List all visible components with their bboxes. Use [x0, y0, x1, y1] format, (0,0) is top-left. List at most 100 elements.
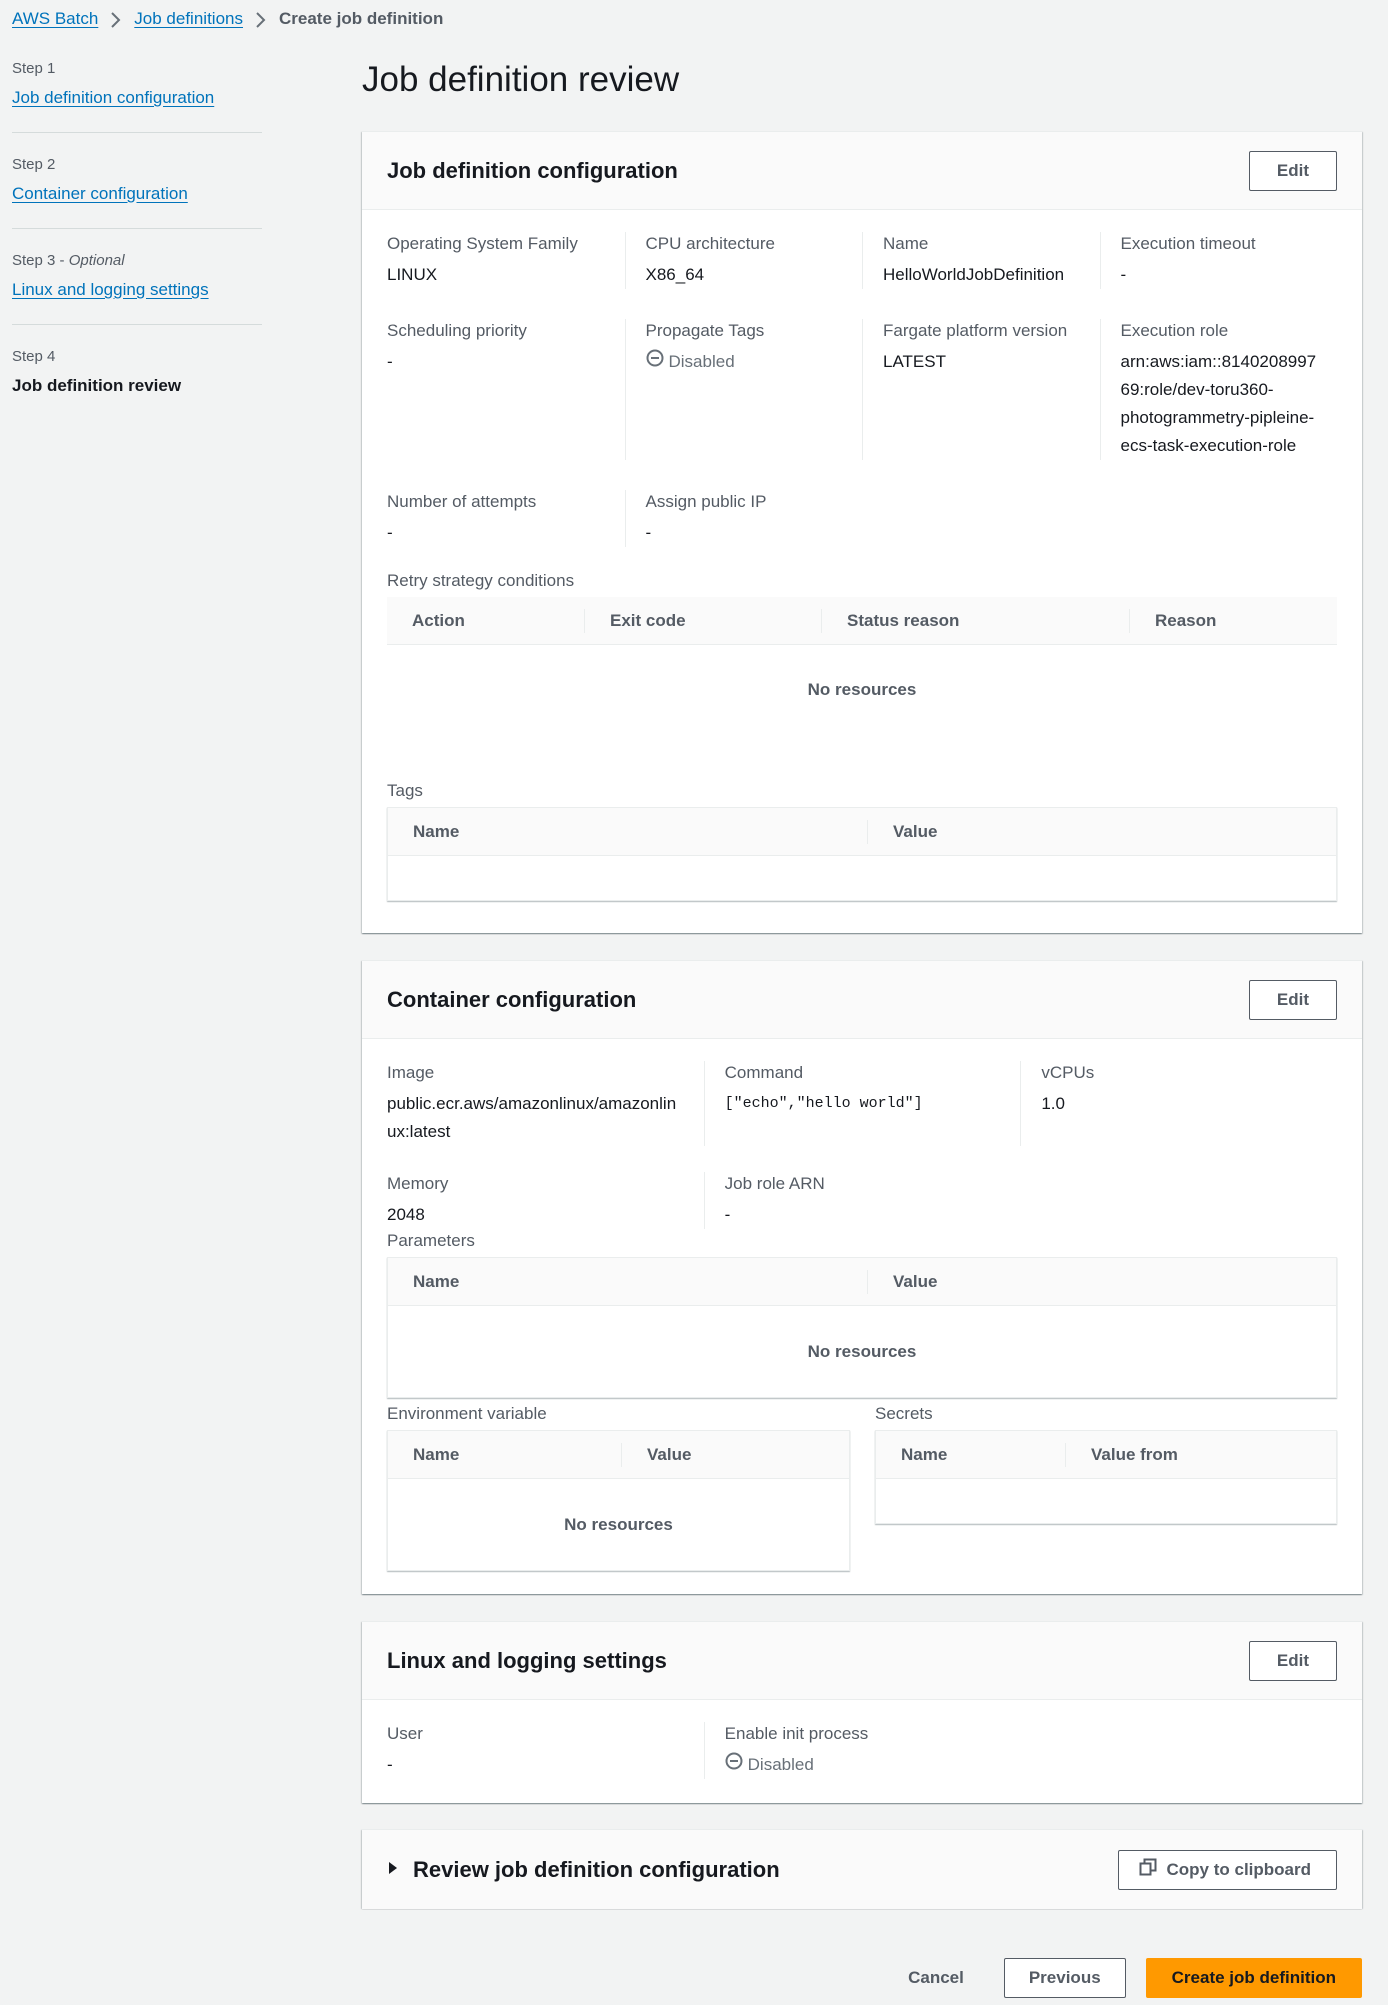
- column-header-value[interactable]: Value: [621, 1442, 849, 1467]
- wizard-step-3: Step 3 - Optional Linux and logging sett…: [12, 250, 262, 325]
- copy-to-clipboard-button[interactable]: Copy to clipboard: [1117, 1849, 1337, 1890]
- step-number: Step 2: [12, 156, 56, 173]
- job-definition-configuration-panel: Job definition configuration Edit Operat…: [362, 131, 1362, 933]
- caret-right-icon: [387, 1860, 399, 1880]
- previous-button[interactable]: Previous: [1003, 1958, 1126, 1998]
- column-header-value-from[interactable]: Value from: [1065, 1442, 1336, 1467]
- panel-title: Review job definition configuration: [413, 1856, 780, 1882]
- field-propagate-tags: Propagate Tags Disabled: [624, 319, 863, 460]
- table-header: Name Value: [388, 1258, 1336, 1306]
- panel-body: Image public.ecr.aws/amazonlinux/amazonl…: [362, 1039, 1362, 1596]
- create-job-definition-button[interactable]: Create job definition: [1145, 1958, 1362, 1998]
- field-grid: Operating System Family LINUX CPU archit…: [387, 232, 1337, 577]
- table-header: Action Exit code Status reason Reason: [387, 597, 1337, 645]
- panel-body: Operating System Family LINUX CPU archit…: [362, 210, 1362, 926]
- panel-title: Job definition configuration: [387, 157, 678, 183]
- field-grid: Image public.ecr.aws/amazonlinux/amazonl…: [387, 1061, 1337, 1229]
- edit-job-definition-button[interactable]: Edit: [1248, 150, 1337, 191]
- column-header-reason[interactable]: Reason: [1129, 608, 1337, 633]
- tags-label: Tags: [387, 781, 423, 800]
- step-current-job-definition-review: Job definition review: [12, 376, 182, 395]
- field-execution-role: Execution role arn:aws:iam::814020899769…: [1099, 319, 1338, 460]
- wizard-step-4: Step 4 Job definition review: [12, 346, 262, 420]
- table-body: [388, 856, 1336, 900]
- field-user: User -: [387, 1724, 423, 1774]
- status-badge: Disabled: [725, 1751, 814, 1779]
- secrets-label: Secrets: [875, 1404, 933, 1423]
- column-header-name[interactable]: Name: [388, 1270, 867, 1294]
- edit-container-button[interactable]: Edit: [1248, 979, 1337, 1020]
- panel-title: Linux and logging settings: [387, 1647, 667, 1673]
- field-grid: User - Enable init process Disabled: [387, 1722, 1337, 1779]
- chevron-right-icon: [255, 10, 267, 28]
- breadcrumb-aws-batch[interactable]: AWS Batch: [12, 9, 98, 29]
- status-badge: Disabled: [646, 348, 735, 376]
- step-link-job-definition-configuration[interactable]: Job definition configuration: [12, 86, 214, 110]
- env-secrets-row: Environment variable Name Value No resou…: [387, 1402, 1337, 1571]
- step-number: Step 1: [12, 60, 56, 77]
- field-execution-timeout: Execution timeout -: [1099, 232, 1338, 289]
- panel-title: Container configuration: [387, 986, 637, 1012]
- environment-variable-label: Environment variable: [387, 1404, 547, 1423]
- environment-variable-group: Environment variable Name Value No resou…: [387, 1402, 850, 1571]
- expand-toggle[interactable]: Review job definition configuration: [387, 1857, 780, 1883]
- page-title: Job definition review: [362, 60, 680, 99]
- column-header-action[interactable]: Action: [387, 609, 584, 633]
- wizard-footer: Cancel Previous Create job definition: [888, 1958, 1362, 1998]
- column-header-value[interactable]: Value: [867, 1269, 1336, 1294]
- column-header-exit-code[interactable]: Exit code: [584, 608, 821, 633]
- field-assign-public-ip: Assign public IP -: [624, 490, 863, 547]
- panel-header: Review job definition configuration Copy…: [362, 1830, 1362, 1909]
- step-link-container-configuration[interactable]: Container configuration: [12, 182, 188, 206]
- step-number: Step 3 - Optional: [12, 252, 125, 269]
- panel-body: User - Enable init process Disabled: [362, 1700, 1362, 1804]
- wizard-step-2: Step 2 Container configuration: [12, 154, 262, 229]
- step-number: Step 4: [12, 348, 56, 365]
- table-header: Name Value from: [876, 1431, 1336, 1479]
- field-scheduling-priority: Scheduling priority -: [387, 321, 527, 371]
- tags-table: Name Value: [387, 807, 1337, 901]
- field-fargate-platform-version: Fargate platform version LATEST: [862, 319, 1100, 460]
- breadcrumb: AWS Batch Job definitions Create job def…: [12, 9, 443, 29]
- column-header-name[interactable]: Name: [388, 1443, 621, 1467]
- field-job-role-arn: Job role ARN -: [703, 1172, 1021, 1229]
- field-name: Name HelloWorldJobDefinition: [862, 232, 1100, 289]
- edit-linux-logging-button[interactable]: Edit: [1248, 1640, 1337, 1681]
- empty-state: No resources: [807, 680, 917, 699]
- column-header-status-reason[interactable]: Status reason: [821, 608, 1129, 633]
- wizard-step-1: Step 1 Job definition configuration: [12, 58, 262, 133]
- status-disabled-icon: [725, 1751, 743, 1779]
- panel-header: Container configuration Edit: [362, 961, 1362, 1039]
- status-disabled-icon: [646, 348, 664, 376]
- parameters-table: Name Value No resources: [387, 1257, 1337, 1398]
- container-configuration-panel: Container configuration Edit Image publi…: [362, 960, 1362, 1594]
- panel-header: Linux and logging settings Edit: [362, 1622, 1362, 1700]
- panel-header: Job definition configuration Edit: [362, 132, 1362, 210]
- retry-strategy-label: Retry strategy conditions: [387, 571, 575, 590]
- copy-icon: [1139, 1858, 1157, 1881]
- retry-strategy-table: Action Exit code Status reason Reason No…: [387, 597, 1337, 735]
- column-header-value[interactable]: Value: [867, 819, 1336, 844]
- empty-state: No resources: [807, 1342, 917, 1361]
- breadcrumb-job-definitions[interactable]: Job definitions: [134, 9, 243, 29]
- environment-variable-table: Name Value No resources: [387, 1430, 850, 1571]
- chevron-right-icon: [110, 10, 122, 28]
- cancel-button[interactable]: Cancel: [888, 1958, 984, 1998]
- field-os-family: Operating System Family LINUX: [387, 234, 578, 284]
- step-link-linux-logging-settings[interactable]: Linux and logging settings: [12, 278, 209, 302]
- field-cpu-architecture: CPU architecture X86_64: [624, 232, 863, 289]
- field-image: Image public.ecr.aws/amazonlinux/amazonl…: [387, 1063, 677, 1141]
- column-header-name[interactable]: Name: [388, 820, 867, 844]
- field-vcpus: vCPUs 1.0: [1020, 1061, 1337, 1146]
- secrets-table: Name Value from: [875, 1430, 1337, 1524]
- linux-logging-settings-panel: Linux and logging settings Edit User - E…: [362, 1621, 1362, 1803]
- table-header: Name Value: [388, 808, 1336, 856]
- field-number-of-attempts: Number of attempts -: [387, 492, 537, 542]
- wizard-steps: Step 1 Job definition configuration Step…: [12, 58, 262, 441]
- table-header: Name Value: [388, 1431, 849, 1479]
- secrets-group: Secrets Name Value from: [875, 1402, 1337, 1571]
- empty-state: No resources: [564, 1515, 673, 1534]
- column-header-name[interactable]: Name: [876, 1443, 1065, 1467]
- table-body: [876, 1479, 1336, 1523]
- field-command: Command ["echo","hello world"]: [703, 1061, 1021, 1146]
